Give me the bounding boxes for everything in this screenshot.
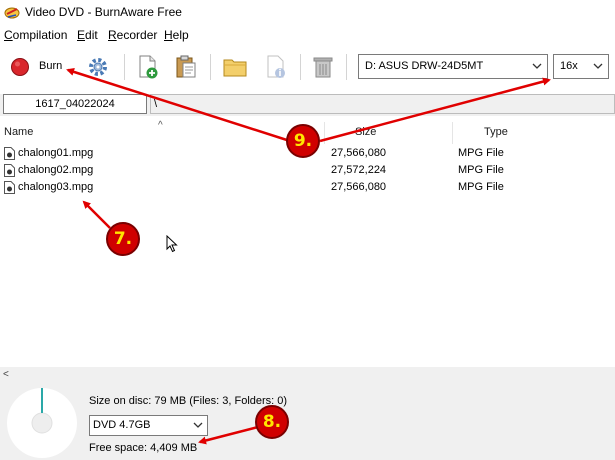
title-bar: Video DVD - BurnAware Free <box>0 0 615 24</box>
disc-type-value: DVD 4.7GB <box>93 419 151 431</box>
column-divider[interactable] <box>452 122 453 144</box>
add-file-icon <box>139 55 158 79</box>
file-row[interactable]: chalong02.mpg 27,572,224 MPG File <box>0 163 615 180</box>
file-type: MPG File <box>458 181 504 193</box>
clipboard-icon <box>176 55 196 78</box>
file-name: chalong03.mpg <box>18 181 94 193</box>
column-divider[interactable] <box>324 122 325 144</box>
size-on-disc-text: Size on disc: 79 MB (Files: 3, Folders: … <box>89 395 288 407</box>
annotation-badge-9: 9. <box>286 124 320 158</box>
record-icon <box>11 58 29 76</box>
folder-icon <box>223 59 247 77</box>
speed-select[interactable]: 16x <box>553 54 609 79</box>
delete-button[interactable] <box>310 51 336 83</box>
current-path[interactable]: \ <box>150 94 615 114</box>
toolbar-separator <box>300 54 301 80</box>
video-file-icon <box>4 164 15 177</box>
column-header-name[interactable]: Name <box>4 126 33 138</box>
path-bar: 1617_04022024 \ <box>0 94 615 116</box>
window-title: Video DVD - BurnAware Free <box>25 5 182 19</box>
gear-icon <box>89 58 107 76</box>
toolbar-separator <box>346 54 347 80</box>
trash-icon <box>313 57 333 78</box>
disc-label-input[interactable]: 1617_04022024 <box>3 94 147 114</box>
chevron-down-icon <box>532 63 542 69</box>
chevron-down-icon <box>593 63 603 69</box>
add-files-button[interactable] <box>134 51 162 83</box>
disc-usage-gauge <box>7 388 77 458</box>
file-size: 27,566,080 <box>331 147 387 159</box>
file-type: MPG File <box>458 147 504 159</box>
chevron-down-icon <box>193 422 203 428</box>
burn-button[interactable]: Burn <box>6 51 68 83</box>
annotation-badge-7: 7. <box>106 222 140 256</box>
column-header-size[interactable]: Size <box>355 126 376 138</box>
video-file-icon <box>4 147 15 160</box>
horizontal-scrollbar[interactable]: < <box>0 367 615 382</box>
status-panel: Size on disc: 79 MB (Files: 3, Folders: … <box>0 382 615 460</box>
drive-select[interactable]: D: ASUS DRW-24D5MT <box>358 54 548 79</box>
menu-help[interactable]: Help <box>164 28 189 42</box>
new-folder-button[interactable] <box>220 51 250 83</box>
properties-button[interactable] <box>262 51 290 83</box>
menu-edit[interactable]: Edit <box>77 28 98 42</box>
options-button[interactable] <box>84 51 112 83</box>
video-file-icon <box>4 181 15 194</box>
speed-select-value: 16x <box>560 60 578 72</box>
file-row[interactable]: chalong03.mpg 27,566,080 MPG File <box>0 180 615 197</box>
burnaware-app-icon <box>4 7 20 19</box>
file-size: 27,566,080 <box>331 181 387 193</box>
disc-type-select[interactable]: DVD 4.7GB <box>89 415 208 436</box>
toolbar: Burn D: ASUS DRW-24D5MT 16x <box>0 46 615 88</box>
paste-button[interactable] <box>171 51 201 83</box>
drive-select-value: D: ASUS DRW-24D5MT <box>365 60 484 72</box>
column-header-type[interactable]: Type <box>484 126 508 138</box>
free-space-text: Free space: 4,409 MB <box>89 442 198 454</box>
file-name: chalong01.mpg <box>18 147 94 159</box>
file-type: MPG File <box>458 164 504 176</box>
toolbar-separator <box>124 54 125 80</box>
menu-compilation[interactable]: Compilation <box>4 28 67 42</box>
mouse-cursor-icon <box>166 235 178 253</box>
scroll-left-icon[interactable]: < <box>3 367 9 382</box>
annotation-badge-8: 8. <box>255 405 289 439</box>
burn-label: Burn <box>39 60 63 72</box>
file-name: chalong02.mpg <box>18 164 94 176</box>
file-info-icon <box>267 55 285 78</box>
toolbar-separator <box>210 54 211 80</box>
sort-ascending-icon: ^ <box>158 120 163 131</box>
file-size: 27,572,224 <box>331 164 387 176</box>
menu-bar: Compilation Edit Recorder Help <box>0 26 615 44</box>
menu-recorder[interactable]: Recorder <box>108 28 157 42</box>
